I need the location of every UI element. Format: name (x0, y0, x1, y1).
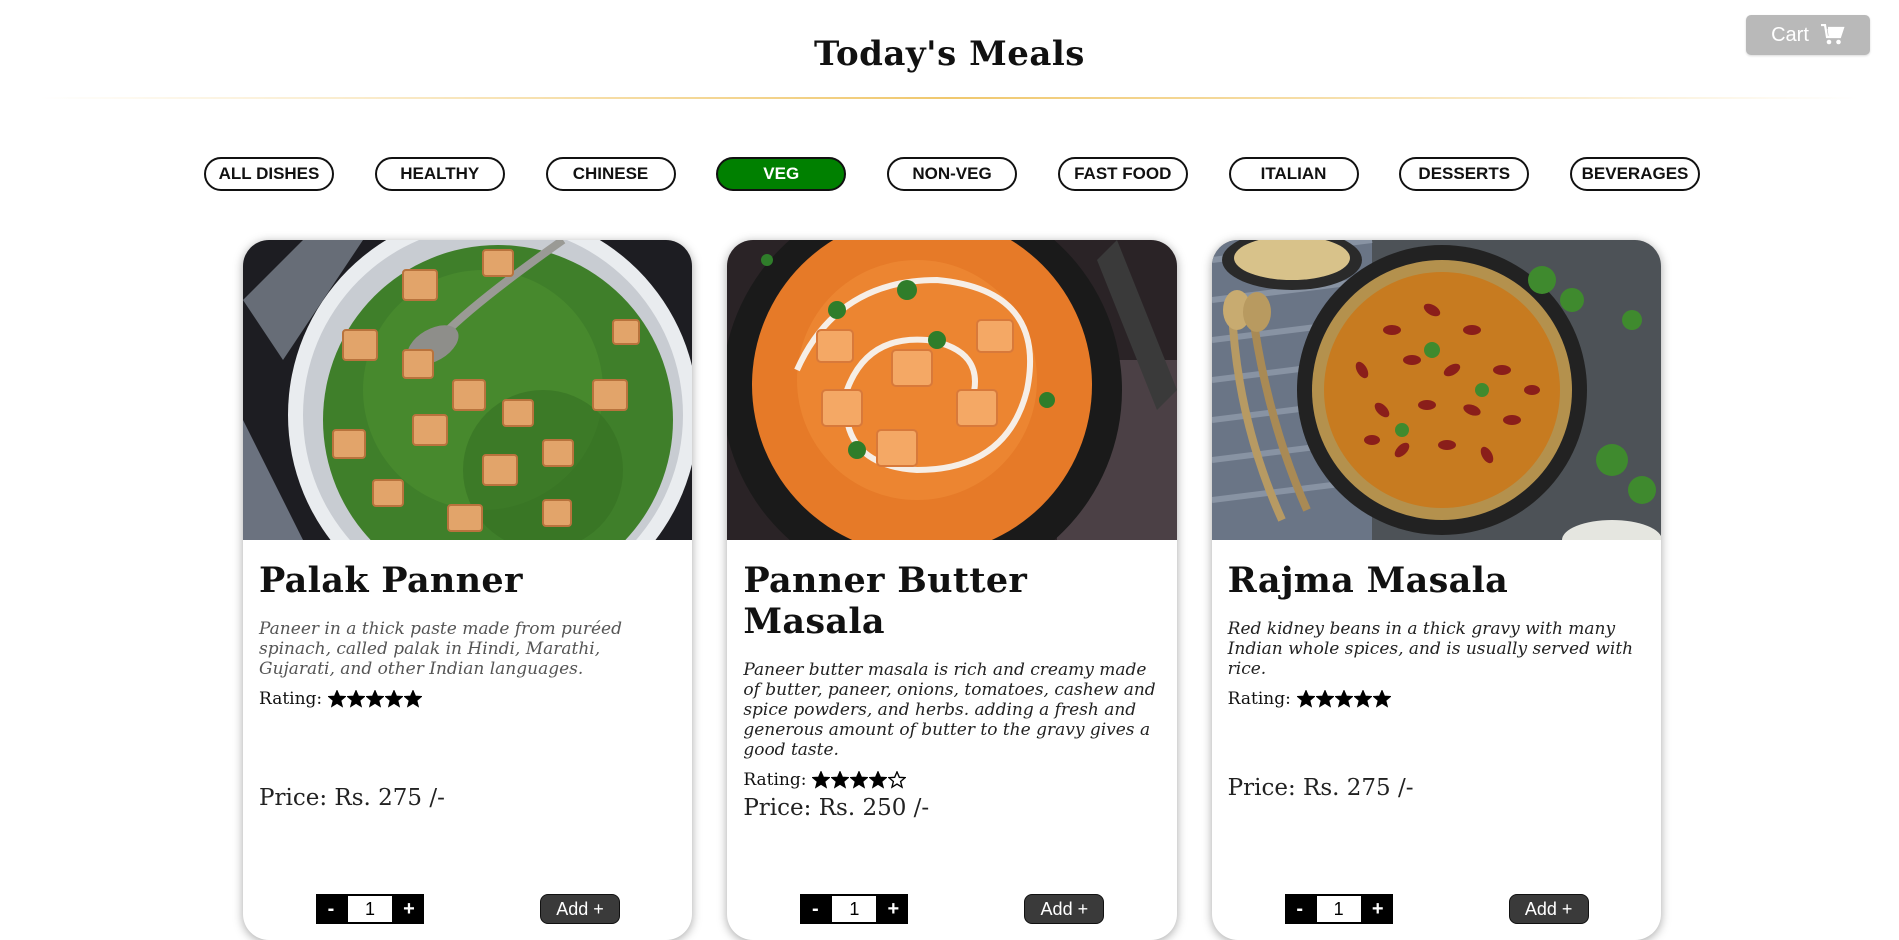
dish-card-grid: Palak Panner Paneer in a thick paste mad… (243, 240, 1661, 940)
star-filled-icon (404, 690, 423, 708)
page-title: Today's Meals (814, 34, 1085, 74)
star-filled-icon (385, 690, 404, 708)
filter-non-veg[interactable]: NON-VEG (887, 157, 1017, 191)
dish-rating: Rating: (1228, 689, 1645, 709)
filter-chinese[interactable]: CHINESE (545, 157, 676, 191)
star-outline-icon (888, 771, 907, 789)
dish-rating: Rating: (743, 770, 1160, 790)
filter-fast-food[interactable]: FAST FOOD (1057, 157, 1188, 191)
dish-description: Paneer butter masala is rich and creamy … (743, 660, 1156, 760)
star-filled-icon (1353, 690, 1372, 708)
star-filled-icon (1334, 690, 1353, 708)
quantity-input[interactable] (1314, 894, 1363, 924)
dish-card: Palak Panner Paneer in a thick paste mad… (243, 240, 693, 940)
star-filled-icon (347, 690, 366, 708)
increase-quantity-button[interactable]: + (394, 894, 424, 924)
dish-name: Rajma Masala (1227, 560, 1509, 601)
rating-label: Rating: (1227, 689, 1291, 709)
filter-veg[interactable]: VEG (716, 157, 847, 191)
dish-card: Panner Butter Masala Paneer butter masal… (727, 240, 1177, 940)
dish-rating: Rating: (259, 689, 676, 709)
category-filter-bar: ALL DISHES HEALTHY CHINESE VEG NON-VEG F… (204, 157, 1700, 191)
star-filled-icon (328, 690, 347, 708)
dish-name: Panner Butter Masala (743, 560, 1028, 642)
star-filled-icon (831, 771, 850, 789)
star-filled-icon (869, 771, 888, 789)
rating-stars (812, 771, 907, 789)
star-filled-icon (1315, 690, 1334, 708)
decrease-quantity-button[interactable]: - (800, 894, 831, 924)
dish-description: Paneer in a thick paste made from puréed… (259, 619, 622, 679)
filter-beverages[interactable]: BEVERAGES (1570, 157, 1700, 191)
star-filled-icon (812, 771, 831, 789)
rating-stars (328, 690, 423, 708)
rating-label: Rating: (259, 689, 323, 709)
filter-all-dishes[interactable]: ALL DISHES (204, 157, 334, 191)
palak-paneer-photo (243, 240, 693, 540)
star-filled-icon (850, 771, 869, 789)
quantity-input[interactable] (830, 894, 879, 924)
quantity-stepper: - + (1284, 894, 1393, 924)
decrease-quantity-button[interactable]: - (1284, 894, 1315, 924)
increase-quantity-button[interactable]: + (1362, 894, 1393, 924)
paneer-butter-masala-photo (727, 240, 1177, 540)
decrease-quantity-button[interactable]: - (316, 894, 346, 924)
quantity-input[interactable] (346, 894, 394, 924)
star-filled-icon (366, 690, 385, 708)
dish-name: Palak Panner (259, 560, 523, 601)
dish-price: Price: Rs. 275 /- (1227, 775, 1414, 801)
star-filled-icon (1372, 690, 1391, 708)
filter-desserts[interactable]: DESSERTS (1399, 157, 1530, 191)
dish-card: Rajma Masala Red kidney beans in a thick… (1211, 240, 1661, 940)
rating-stars (1296, 690, 1391, 708)
rating-label: Rating: (743, 770, 807, 790)
dish-description: Red kidney beans in a thick gravy with m… (1227, 619, 1634, 679)
add-to-cart-button[interactable]: Add + (540, 894, 620, 924)
dish-price: Price: Rs. 275 /- (259, 785, 445, 811)
rajma-masala-photo (1211, 240, 1661, 540)
filter-healthy[interactable]: HEALTHY (374, 157, 505, 191)
title-divider (40, 97, 1859, 99)
add-to-cart-button[interactable]: Add + (1508, 894, 1589, 924)
quantity-stepper: - + (800, 894, 909, 924)
filter-italian[interactable]: ITALIAN (1228, 157, 1359, 191)
dish-price: Price: Rs. 250 /- (743, 795, 930, 821)
increase-quantity-button[interactable]: + (878, 894, 909, 924)
add-to-cart-button[interactable]: Add + (1024, 894, 1105, 924)
quantity-stepper: - + (316, 894, 424, 924)
star-filled-icon (1296, 690, 1315, 708)
